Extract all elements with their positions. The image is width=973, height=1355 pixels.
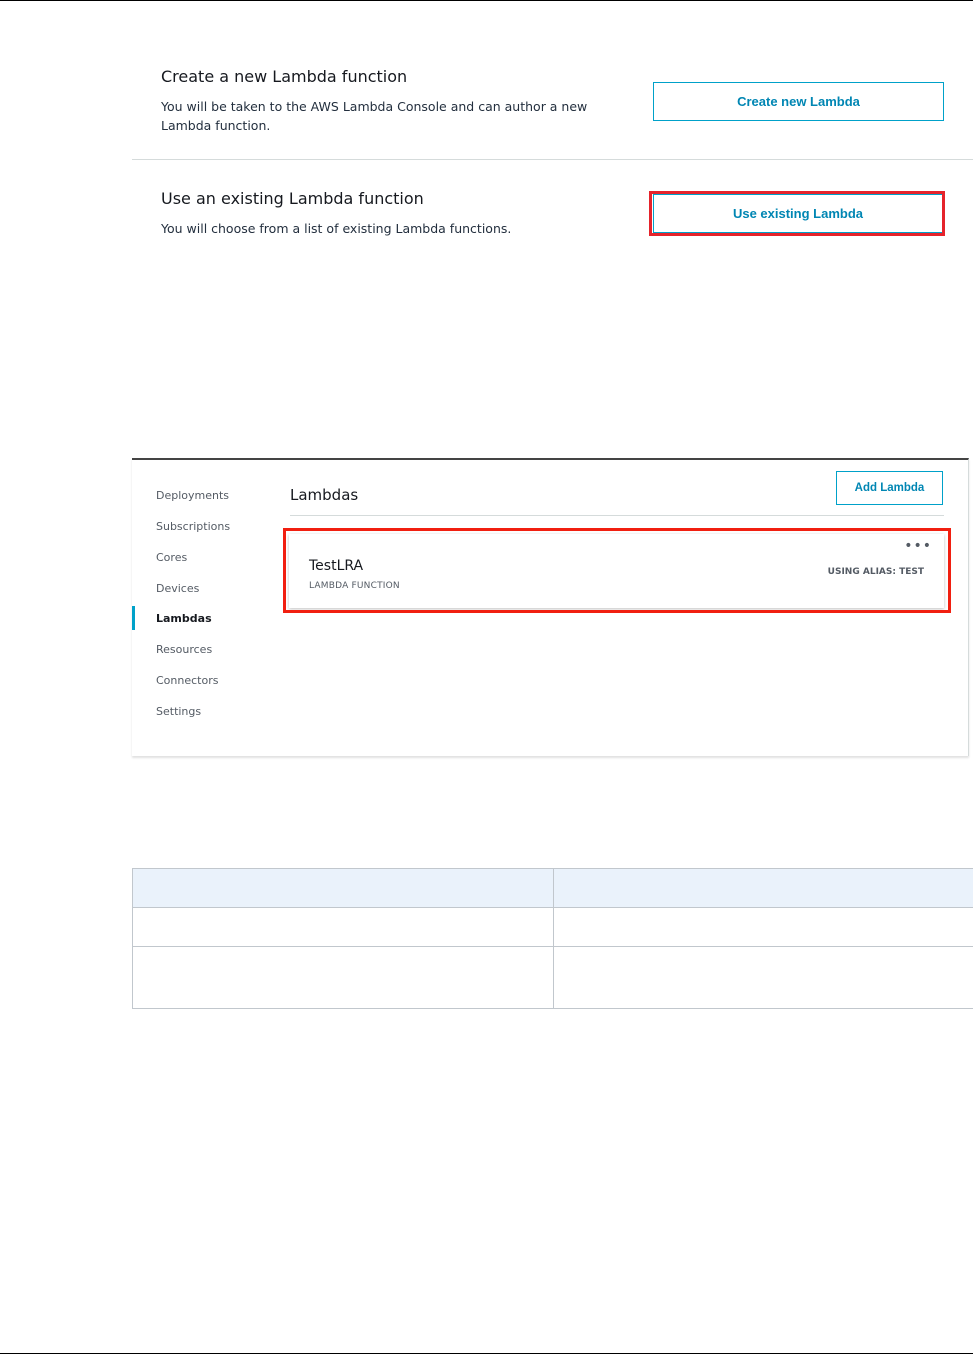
create-new-lambda-button[interactable]: Create new Lambda <box>653 82 944 121</box>
table-header-cell <box>132 868 554 908</box>
nav-item-subscriptions[interactable]: Subscriptions <box>156 520 230 533</box>
table-cell <box>132 946 554 1009</box>
existing-lambda-title: Use an existing Lambda function <box>161 189 424 208</box>
table-cell <box>552 946 973 1009</box>
table-cell <box>132 907 554 947</box>
nav-item-cores[interactable]: Cores <box>156 551 187 564</box>
nav-item-resources[interactable]: Resources <box>156 643 212 656</box>
table-header-cell <box>552 868 973 908</box>
nav-item-devices[interactable]: Devices <box>156 582 199 595</box>
top-page-rule <box>0 0 973 1</box>
existing-lambda-highlight <box>649 191 945 236</box>
bottom-page-rule <box>0 1353 973 1354</box>
create-lambda-description: You will be taken to the AWS Lambda Cons… <box>161 99 588 133</box>
nav-active-indicator <box>132 606 135 630</box>
nav-item-connectors[interactable]: Connectors <box>156 674 218 687</box>
create-lambda-title: Create a new Lambda function <box>161 67 408 86</box>
nav-item-deployments[interactable]: Deployments <box>156 489 229 502</box>
lambdas-section-title: Lambdas <box>290 486 359 504</box>
section-divider <box>132 159 973 160</box>
add-lambda-button[interactable]: Add Lambda <box>836 471 943 505</box>
lambda-card-highlight <box>283 528 951 613</box>
nav-item-lambdas[interactable]: Lambdas <box>156 612 212 625</box>
info-table <box>132 868 973 1009</box>
lambdas-section-rule <box>290 515 944 516</box>
existing-lambda-description: You will choose from a list of existing … <box>161 221 512 236</box>
nav-item-settings[interactable]: Settings <box>156 705 201 718</box>
table-cell <box>552 907 973 947</box>
